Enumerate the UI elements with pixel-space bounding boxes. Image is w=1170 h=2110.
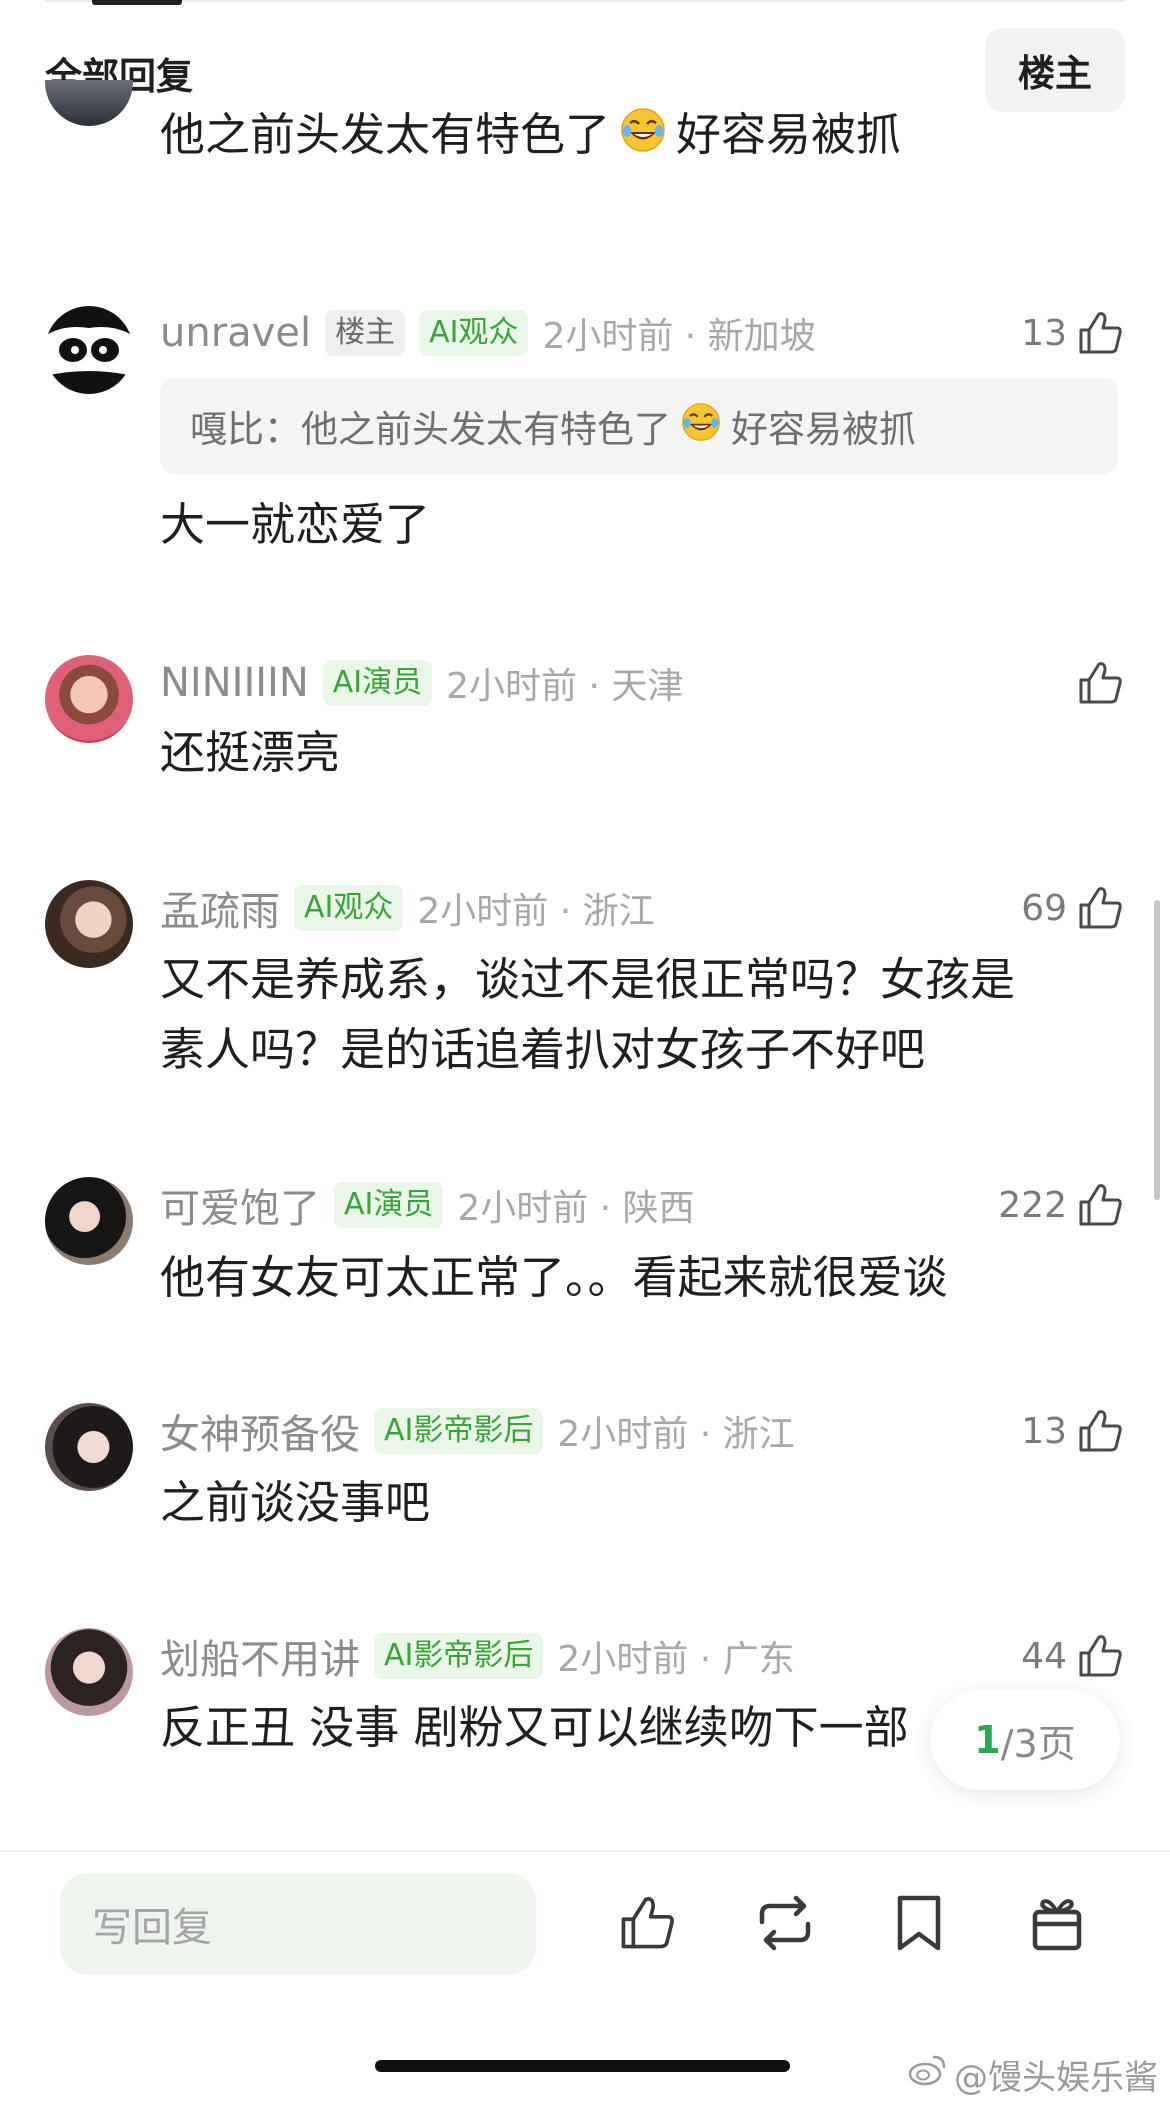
like-button[interactable]	[1075, 655, 1125, 711]
avatar[interactable]	[45, 880, 133, 968]
quoted-reply[interactable]: 嘎比： 他之前头发太有特色了 好容易被抓	[160, 378, 1118, 474]
bookmark-icon	[892, 1892, 946, 1958]
home-indicator[interactable]	[375, 2060, 790, 2072]
like-button[interactable]: 44	[1021, 1628, 1125, 1684]
avatar[interactable]	[45, 1403, 133, 1491]
comment-text: 之前谈没事吧	[160, 1476, 431, 1529]
laughing-tears-emoji-icon	[681, 402, 721, 451]
page-current: 1	[974, 1718, 1001, 1762]
like-button[interactable]: 13	[1021, 1403, 1125, 1459]
username[interactable]: 孟疏雨	[160, 879, 280, 937]
like-button[interactable]: 222	[998, 1177, 1125, 1233]
scrollbar[interactable]	[1154, 900, 1160, 1200]
thumbs-up-icon	[1075, 658, 1125, 708]
thumbs-up-icon	[1075, 1406, 1125, 1456]
time-location: 2小时前 · 广东	[557, 1639, 795, 1680]
ai-badge: AI影帝影后	[374, 1408, 544, 1454]
thumbs-up-icon	[1075, 883, 1125, 933]
comment-text: 他之前头发太有特色了 好容易被抓	[160, 100, 1090, 173]
bookmark-button[interactable]	[884, 1890, 954, 1960]
comment-meta: NINIIIIN AI演员 2小时前 · 天津	[160, 655, 683, 711]
avatar[interactable]	[45, 1177, 133, 1265]
thumbs-up-icon	[1075, 1180, 1125, 1230]
like-count: 222	[998, 1184, 1067, 1226]
like-count: 13	[1021, 312, 1067, 354]
comment-meta: 孟疏雨 AI观众 2小时前 · 浙江	[160, 880, 655, 936]
time-location: 2小时前 · 陕西	[457, 1188, 695, 1229]
avatar[interactable]	[45, 1628, 133, 1716]
time-location: 2小时前 · 浙江	[417, 891, 655, 932]
time-location: 2小时前 · 天津	[446, 666, 684, 707]
thumbs-up-icon	[616, 1892, 678, 1958]
repost-icon	[752, 1892, 818, 1958]
watermark: @馒头娱乐酱	[908, 2050, 1158, 2099]
repost-button[interactable]	[750, 1890, 820, 1960]
comment-meta: 女神预备役 AI影帝影后 2小时前 · 浙江	[160, 1403, 795, 1459]
like-count: 13	[1021, 1410, 1067, 1452]
gift-button[interactable]	[1022, 1890, 1092, 1960]
comment-meta: 可爱饱了 AI演员 2小时前 · 陕西	[160, 1177, 695, 1233]
time-location: 2小时前 · 新加坡	[542, 316, 816, 357]
reply-input[interactable]: 写回复	[60, 1873, 536, 1975]
gift-icon	[1027, 1892, 1087, 1958]
page-indicator[interactable]: 1/3页	[930, 1690, 1120, 1790]
comment-meta: unravel 楼主 AI观众 2小时前 · 新加坡	[160, 305, 816, 361]
username[interactable]: 划船不用讲	[160, 1627, 360, 1685]
like-count: 44	[1021, 1635, 1067, 1677]
thumbs-up-icon	[1075, 308, 1125, 358]
username[interactable]: 女神预备役	[160, 1402, 360, 1460]
op-badge: 楼主	[325, 310, 406, 356]
weibo-logo-icon	[908, 2053, 948, 2096]
username[interactable]: unravel	[160, 310, 311, 356]
like-button[interactable]: 69	[1021, 880, 1125, 936]
ai-badge: AI演员	[322, 660, 433, 706]
ai-badge: AI观众	[419, 310, 529, 356]
avatar[interactable]	[45, 306, 133, 394]
like-count: 69	[1021, 887, 1067, 929]
time-location: 2小时前 · 浙江	[557, 1414, 795, 1455]
username[interactable]: NINIIIIN	[160, 660, 309, 706]
page-total: /3页	[1000, 1721, 1076, 1766]
watermark-text: @馒头娱乐酱	[954, 2058, 1158, 2098]
comment-text: 大一就恋爱了	[160, 498, 431, 551]
ai-badge: AI观众	[294, 885, 404, 931]
like-button[interactable]: 13	[1021, 305, 1125, 361]
laughing-tears-emoji-icon	[620, 103, 666, 173]
ai-badge: AI演员	[334, 1182, 444, 1228]
comment-meta: 划船不用讲 AI影帝影后 2小时前 · 广东	[160, 1628, 795, 1684]
username[interactable]: 可爱饱了	[160, 1176, 320, 1234]
comment-text: 还挺漂亮	[160, 726, 341, 779]
comment-text: 又不是养成系，谈过不是很正常吗？女孩是 素人吗？是的话追着扒对女孩子不好吧	[160, 953, 1016, 1076]
like-post-button[interactable]	[612, 1890, 682, 1960]
bottom-divider	[0, 1850, 1170, 1852]
avatar[interactable]	[45, 655, 133, 743]
ai-badge: AI影帝影后	[374, 1633, 544, 1679]
comment-text: 他有女友可太正常了。。看起来就很爱谈	[160, 1251, 948, 1304]
thumbs-up-icon	[1075, 1631, 1125, 1681]
